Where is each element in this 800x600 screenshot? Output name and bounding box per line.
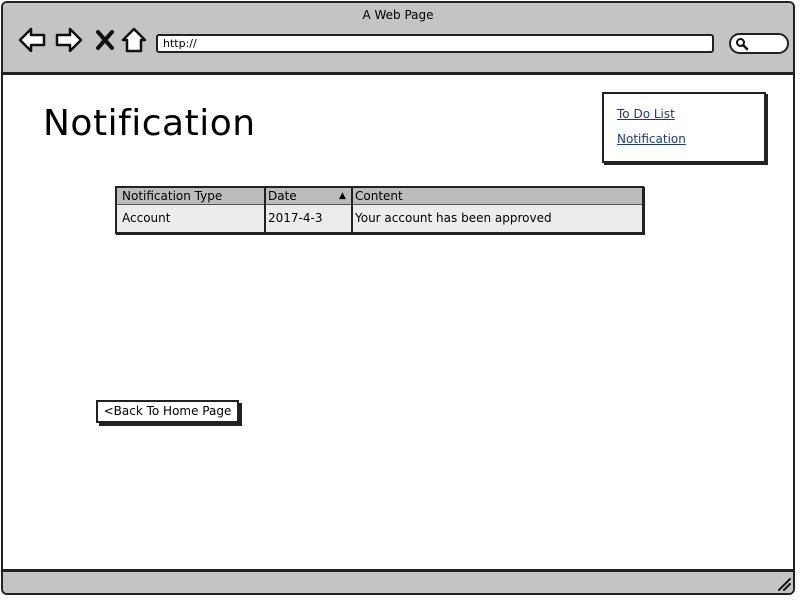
forward-arrow-icon[interactable] <box>54 25 84 55</box>
home-icon[interactable] <box>119 25 149 55</box>
browser-chrome: A Web Page http:// <box>3 3 793 75</box>
resize-grip-icon[interactable] <box>775 575 791 591</box>
status-bar <box>3 569 793 593</box>
back-to-home-button[interactable]: <Back To Home Page <box>96 400 239 423</box>
column-divider <box>264 188 266 232</box>
notification-table: Notification Type Date ▲ Content Account… <box>115 186 644 234</box>
nav-link-notification[interactable]: Notification <box>617 132 686 146</box>
nav-menu: To Do List Notification <box>602 92 766 163</box>
table-cell-content: Your account has been approved <box>355 211 552 225</box>
close-x-icon[interactable] <box>91 25 121 55</box>
column-header-date[interactable]: Date <box>268 189 297 203</box>
column-header-notification-type[interactable]: Notification Type <box>122 189 222 203</box>
window-title: A Web Page <box>362 8 434 22</box>
sort-ascending-icon[interactable]: ▲ <box>339 191 346 201</box>
table-cell-date: 2017-4-3 <box>268 211 323 225</box>
table-cell-type: Account <box>122 211 171 225</box>
back-arrow-icon[interactable] <box>17 25 47 55</box>
browser-window: A Web Page http:// Notification To Do Li… <box>1 1 795 595</box>
search-input[interactable] <box>729 33 789 54</box>
nav-link-todo-list[interactable]: To Do List <box>617 107 675 121</box>
search-icon <box>736 38 749 51</box>
column-header-content[interactable]: Content <box>355 189 403 203</box>
page-title: Notification <box>43 103 256 144</box>
url-input[interactable]: http:// <box>156 34 714 53</box>
column-divider <box>351 188 353 232</box>
